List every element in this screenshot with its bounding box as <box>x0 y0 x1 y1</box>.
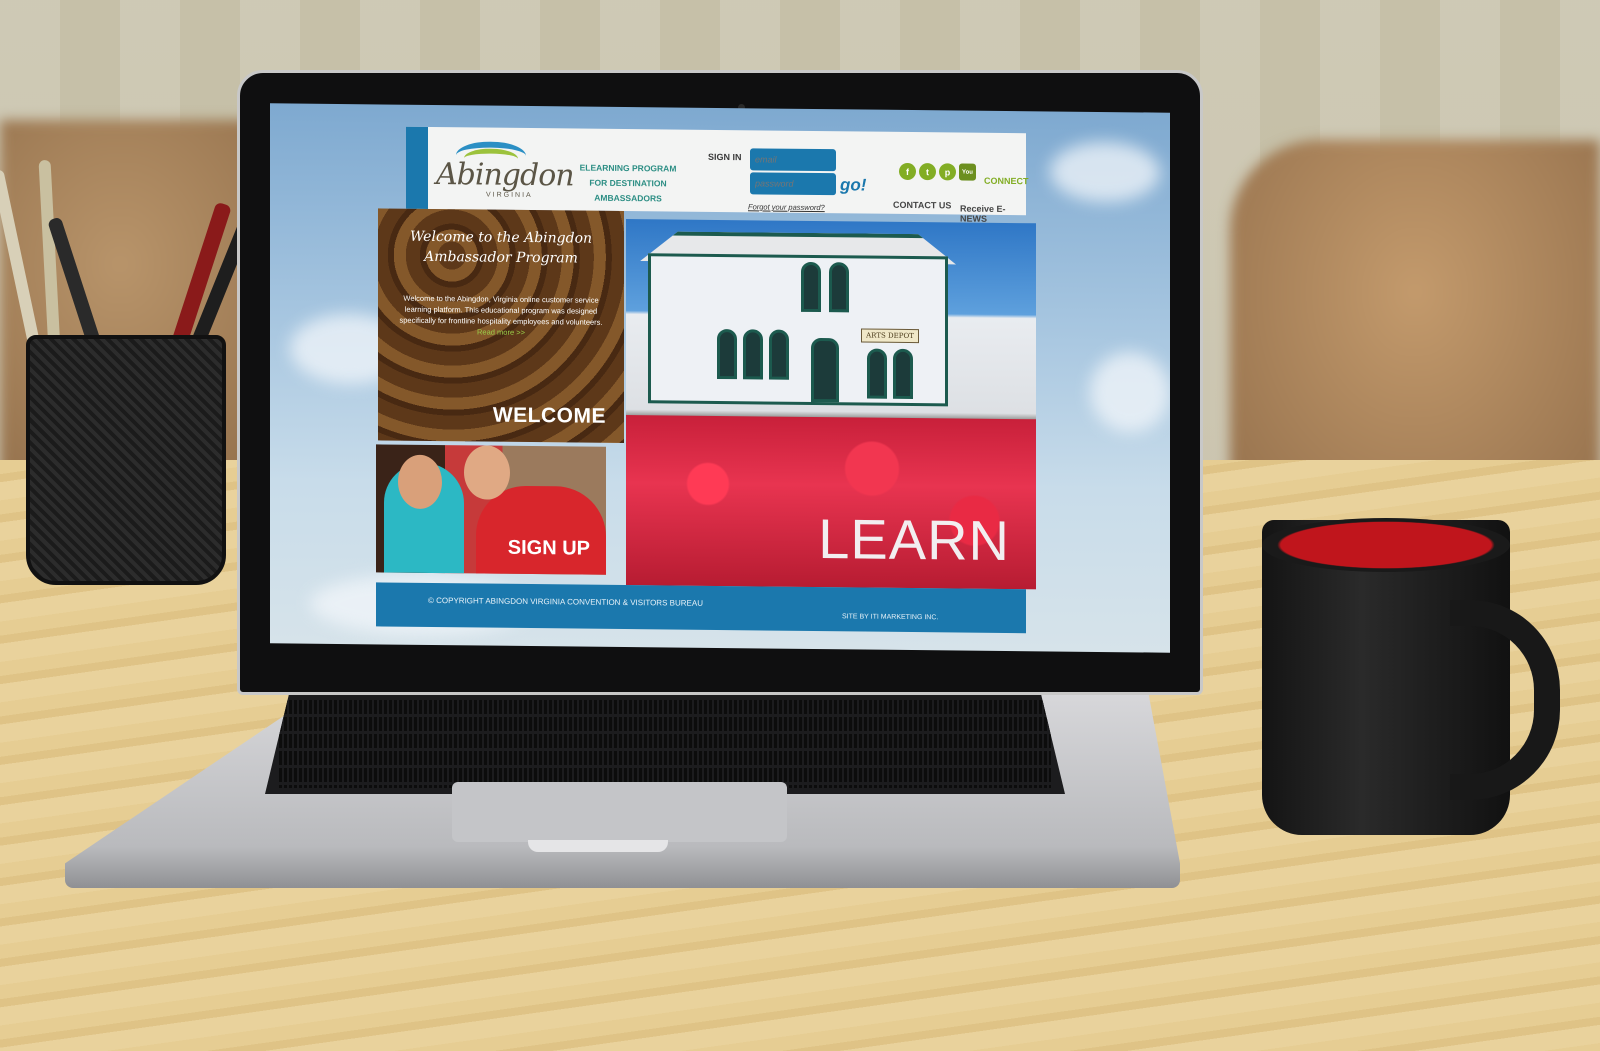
program-tagline-line1: ELEARNING PROGRAM <box>579 162 677 174</box>
laptop-keyboard <box>265 694 1065 794</box>
laptop-front-notch <box>528 840 668 852</box>
footer-site-credit-link[interactable]: SITE BY ITI MARKETING INC. <box>842 613 938 621</box>
sky-cloud <box>1090 351 1170 433</box>
building-window <box>829 262 849 313</box>
pinterest-icon[interactable]: p <box>939 163 956 181</box>
welcome-body: Welcome to the Abingdon, Virginia online… <box>396 293 606 339</box>
building-window <box>867 348 887 399</box>
photo-person-woman-head <box>398 454 442 510</box>
building-window <box>893 348 913 400</box>
youtube-icon[interactable]: You <box>959 163 976 181</box>
welcome-title: Welcome to the Abingdon Ambassador Progr… <box>378 226 624 269</box>
password-field[interactable] <box>750 172 836 196</box>
connect-label: CONNECT <box>984 175 1029 187</box>
learn-tile-label: LEARN <box>818 507 1010 573</box>
laptop-trackpad <box>452 782 787 842</box>
welcome-tile-label: WELCOME <box>492 403 606 428</box>
arts-depot-sign: ARTS DEPOT <box>861 328 919 344</box>
read-more-link[interactable]: Read more >> <box>477 327 525 337</box>
go-button[interactable]: go! <box>840 175 866 195</box>
learn-tile[interactable]: ARTS DEPOT LEARN <box>626 219 1036 590</box>
logo-name: Abingdon <box>436 157 574 194</box>
sign-up-tile[interactable]: SIGN UP <box>376 444 606 575</box>
welcome-title-line2: Ambassador Program <box>424 248 578 267</box>
sign-in-label: SIGN IN <box>708 151 742 163</box>
keyboard-keys <box>279 700 1051 788</box>
building-window <box>717 328 737 380</box>
header-accent-stripe <box>406 126 428 209</box>
welcome-body-text: Welcome to the Abingdon, Virginia online… <box>399 293 603 327</box>
facebook-icon[interactable]: f <box>899 162 916 181</box>
building-window <box>769 329 789 380</box>
photo-person-man-head <box>464 445 510 500</box>
building-door <box>811 337 839 403</box>
program-tagline: ELEARNING PROGRAM FOR DESTINATION AMBASS… <box>563 160 693 206</box>
site-footer: © COPYRIGHT ABINGDON VIRGINIA CONVENTION… <box>376 582 1026 634</box>
building-window <box>801 261 821 313</box>
building-window <box>743 329 763 380</box>
laptop-screen: Abingdon VIRGINIA ELEARNING PROGRAM FOR … <box>270 103 1170 653</box>
forgot-password-link[interactable]: Forgot your password? <box>748 202 825 212</box>
logo-subtitle: VIRGINIA <box>486 191 533 200</box>
contact-us-link[interactable]: CONTACT US <box>893 200 951 211</box>
coffee-mug-rim <box>1262 518 1510 572</box>
twitter-icon[interactable]: t <box>919 163 936 181</box>
sky-cloud <box>1050 141 1160 203</box>
pen-holder <box>26 335 226 585</box>
website: Abingdon VIRGINIA ELEARNING PROGRAM FOR … <box>376 126 1036 634</box>
photo-person-man <box>476 485 606 575</box>
arts-depot-building: ARTS DEPOT <box>648 253 948 407</box>
sign-up-tile-label: SIGN UP <box>507 536 590 560</box>
welcome-title-line1: Welcome to the Abingdon <box>409 228 593 247</box>
program-tagline-line2: FOR DESTINATION AMBASSADORS <box>589 177 667 204</box>
footer-copyright: © COPYRIGHT ABINGDON VIRGINIA CONVENTION… <box>428 595 703 608</box>
social-links: f t p You <box>899 162 976 181</box>
receive-enews-link[interactable]: Receive E-NEWS <box>960 204 1026 225</box>
welcome-tile[interactable]: Welcome to the Abingdon Ambassador Progr… <box>378 208 624 443</box>
abingdon-logo[interactable]: Abingdon VIRGINIA <box>434 139 574 204</box>
email-field[interactable] <box>750 148 836 172</box>
